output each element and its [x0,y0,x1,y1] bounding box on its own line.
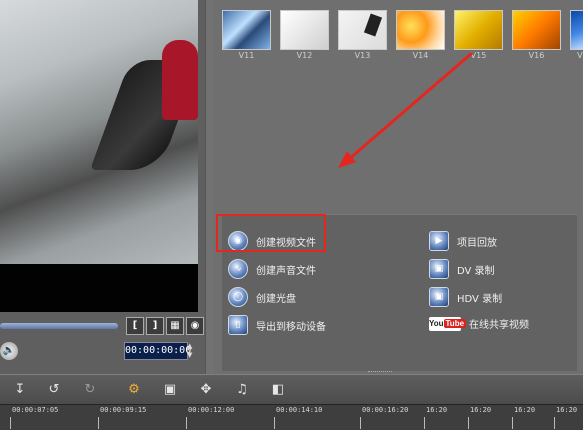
ruler-tick: 00:00:12:00 [188,406,235,414]
export-mobile-button[interactable]: ▯ 导出到移动设备 [228,315,326,335]
youtube-share-button[interactable]: You Tube 在线共享视频 [429,316,529,331]
project-playback-button[interactable]: ▶ 项目回放 [429,231,497,251]
timecode-spinner[interactable]: ▲ ▼ [187,342,196,360]
library-thumbnail[interactable]: V11 [222,10,271,60]
timeline-toolbar: ↧ ↺ ↻ ⚙ ▣ ✥ ♫ ◧ [0,374,583,405]
mark-out-button[interactable]: ] [146,317,164,335]
ruler-tick-line [424,417,425,429]
highlight-box [216,214,326,252]
mobile-device-icon: ▯ [228,315,248,335]
thumbnail-label: V17 [577,51,583,60]
ruler-tick-line [554,417,555,429]
camcorder-icon: ▣ [429,259,449,279]
library-thumbnail[interactable]: V15 [454,10,503,60]
dv-record-button[interactable]: ▣ DV 录制 [429,259,495,279]
disc-icon: ◯ [228,287,248,307]
ruler-tick-line [274,417,275,429]
hdv-record-label: HDV 录制 [457,293,503,305]
create-audio-file-button[interactable]: ∿ 创建声音文件 [228,259,316,279]
scrub-bar[interactable] [0,323,118,329]
camcorder-icon: ▣ [429,287,449,307]
dv-record-label: DV 录制 [457,265,495,277]
thumbnail-label: V11 [238,51,255,60]
project-playback-label: 项目回放 [457,237,497,249]
preview-pane: [ ] ▦ ◉ 🔈 00:00:00:00 ▲ ▼ [0,0,205,374]
create-disc-label: 创建光盘 [256,293,296,305]
library-thumbnail[interactable]: V14 [396,10,445,60]
thumbnail-label: V12 [296,51,313,60]
person-image [162,40,198,120]
import-icon[interactable]: ↧ [10,380,30,400]
ruler-tick-line [98,417,99,429]
library-thumbnail[interactable]: V17 [570,10,583,60]
ruler-tick-line [512,417,513,429]
export-mobile-label: 导出到移动设备 [256,321,326,333]
motion-track-icon[interactable]: ◧ [268,380,288,400]
hdv-record-button[interactable]: ▣ HDV 录制 [429,287,502,307]
volume-icon[interactable]: 🔈 [0,342,18,360]
trim-controls: [ ] ▦ ◉ [126,317,204,335]
fullscreen-icon[interactable]: ◉ [186,317,204,335]
timeline-ruler[interactable]: 00:00:07:05 00:00:09:15 00:00:12:00 00:0… [0,404,583,430]
split-icon[interactable]: ▦ [166,317,184,335]
record-capture-icon[interactable]: ▣ [160,380,180,400]
undo-icon[interactable]: ↺ [44,380,64,400]
ruler-tick-line [360,417,361,429]
ruler-tick: 16:20 [556,406,578,414]
video-preview [0,0,201,312]
thumbnail-label: V13 [354,51,371,60]
ruler-tick-line [10,417,11,429]
audio-wave-icon: ∿ [228,259,248,279]
thumbnail-label: V16 [528,51,545,60]
auto-music-icon[interactable]: ♫ [232,380,252,400]
library-pane: V11 V12 V13 V14 V15 V16 V17 ◉ 创建视频文件 ∿ 创… [214,0,583,374]
smart-render-icon[interactable]: ⚙ [124,380,144,400]
thumbnail-label: V15 [470,51,487,60]
timecode-field[interactable]: 00:00:00:00 [124,342,191,360]
library-thumbnail[interactable]: V12 [280,10,329,60]
ruler-tick: 16:20 [426,406,448,414]
ruler-tick: 16:20 [470,406,492,414]
ruler-tick: 16:20 [514,406,536,414]
video-library: V11 V12 V13 V14 V15 V16 V17 [222,10,583,60]
thumbnail-label: V14 [412,51,429,60]
create-disc-button[interactable]: ◯ 创建光盘 [228,287,296,307]
play-icon: ▶ [429,231,449,251]
ruler-tick: 00:00:07:05 [12,406,59,414]
ruler-tick-line [468,417,469,429]
youtube-logo: You Tube [429,316,467,331]
create-audio-file-label: 创建声音文件 [256,265,316,277]
redo-icon[interactable]: ↻ [80,380,100,400]
library-thumbnail[interactable]: V16 [512,10,561,60]
library-thumbnail[interactable]: V13 [338,10,387,60]
youtube-share-label: 在线共享视频 [469,320,529,331]
ruler-tick: 00:00:16:20 [362,406,409,414]
mark-in-button[interactable]: [ [126,317,144,335]
ruler-tick: 00:00:14:10 [276,406,323,414]
mix-audio-icon[interactable]: ✥ [196,380,216,400]
ruler-tick: 00:00:09:15 [100,406,147,414]
ruler-tick-line [186,417,187,429]
